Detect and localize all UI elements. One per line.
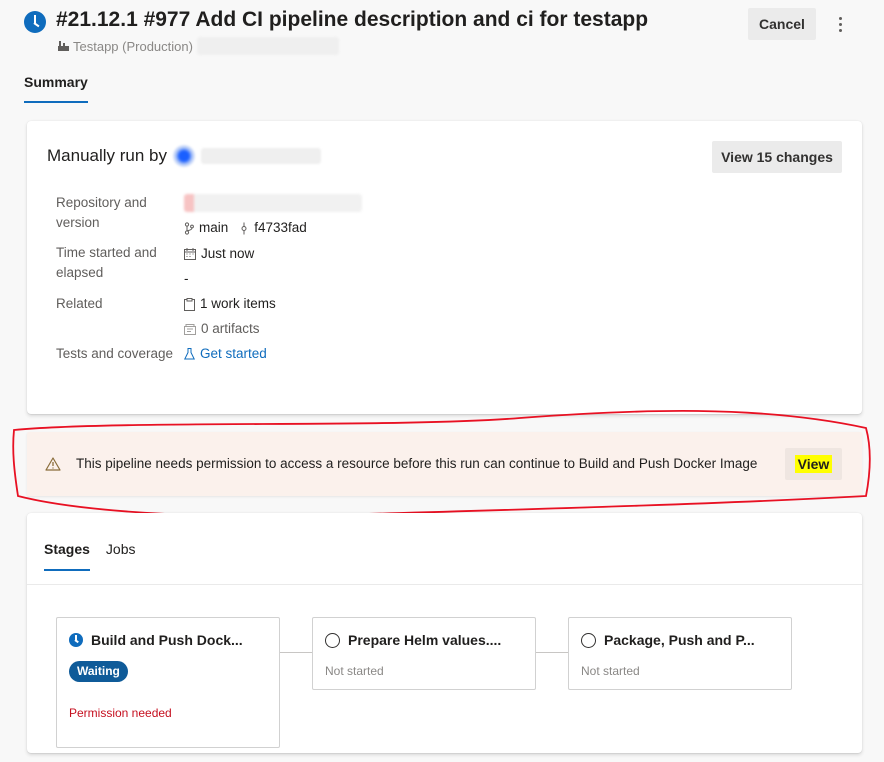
redacted-user-name — [201, 148, 322, 164]
pipeline-icon — [58, 41, 69, 51]
stage-name: Prepare Helm values.... — [348, 632, 502, 648]
stage-status: Not started — [325, 664, 384, 678]
stage-status: Not started — [581, 664, 640, 678]
stage-name: Package, Push and P... — [604, 632, 755, 648]
not-started-circle-icon — [325, 632, 340, 648]
get-started-label[interactable]: Get started — [200, 344, 267, 364]
version-value: main f4733fad — [184, 218, 307, 238]
branch-icon — [184, 221, 194, 235]
status-badge: Waiting — [69, 661, 128, 682]
tests-label: Tests and coverage — [56, 346, 174, 361]
view-button-label: View — [794, 455, 833, 473]
elapsed-value: - — [184, 271, 189, 286]
more-actions-icon[interactable] — [832, 12, 848, 36]
stage-card-helm[interactable]: Prepare Helm values.... Not started — [312, 617, 536, 690]
flask-icon — [184, 348, 195, 360]
run-status-clock-icon — [24, 11, 46, 33]
manual-run-heading: Manually run by — [47, 145, 322, 167]
clipboard-icon — [184, 297, 195, 311]
view-changes-button[interactable]: View 15 changes — [712, 141, 842, 173]
page-title: #21.12.1 #977 Add CI pipeline descriptio… — [56, 8, 649, 31]
page-header: #21.12.1 #977 Add CI pipeline descriptio… — [0, 0, 884, 110]
stage-name: Build and Push Dock... — [91, 632, 243, 648]
commit-icon — [241, 222, 247, 234]
tab-jobs[interactable]: Jobs — [106, 541, 136, 571]
waiting-clock-icon — [69, 633, 83, 647]
time-started: Just now — [201, 246, 255, 261]
redacted-repository — [184, 194, 362, 212]
tab-divider — [27, 584, 862, 585]
stage-title: Prepare Helm values.... — [325, 632, 501, 648]
time-started-value: Just now — [184, 244, 254, 264]
run-summary-card: Manually run by View 15 changes Reposito… — [27, 121, 862, 414]
work-items-count[interactable]: 1 work items — [200, 294, 276, 314]
stage-connector — [536, 652, 568, 653]
stage-connector — [280, 652, 312, 653]
artifacts-count: 0 artifacts — [201, 321, 260, 336]
repository-label: Repository and version — [56, 195, 147, 230]
get-started-link[interactable]: Get started — [184, 344, 267, 364]
calendar-icon — [184, 248, 196, 260]
work-items-link[interactable]: 1 work items — [184, 294, 276, 314]
manually-run-by-label: Manually run by — [47, 146, 168, 165]
permission-warning-banner: This pipeline needs permission to access… — [27, 432, 862, 496]
related-label: Related — [56, 296, 103, 311]
stage-title: Package, Push and P... — [581, 632, 755, 648]
repository-value[interactable] — [184, 194, 362, 212]
not-started-circle-icon — [581, 632, 596, 648]
avatar[interactable] — [173, 145, 196, 167]
cancel-button[interactable]: Cancel — [748, 8, 816, 40]
tab-summary[interactable]: Summary — [24, 74, 88, 103]
warning-icon — [45, 457, 61, 471]
time-label: Time started and elapsed — [56, 245, 157, 280]
stage-card-build[interactable]: Build and Push Dock... Waiting Permissio… — [56, 617, 280, 748]
tab-stages[interactable]: Stages — [44, 541, 90, 571]
view-permission-button[interactable]: View — [785, 448, 842, 480]
artifacts-value: 0 artifacts — [184, 319, 260, 339]
redacted-info — [196, 37, 339, 55]
stages-tab-bar: Stages Jobs — [44, 541, 136, 571]
artifact-icon — [184, 323, 196, 335]
warning-message: This pipeline needs permission to access… — [76, 456, 758, 471]
branch-name[interactable]: main — [199, 218, 228, 238]
pipeline-subtitle[interactable]: Testapp (Production) — [58, 37, 339, 55]
stage-card-package[interactable]: Package, Push and P... Not started — [568, 617, 792, 690]
permission-needed-text: Permission needed — [69, 706, 172, 720]
pipeline-name[interactable]: Testapp (Production) — [73, 39, 193, 54]
stage-title: Build and Push Dock... — [69, 632, 243, 648]
commit-id[interactable]: f4733fad — [254, 218, 307, 238]
stages-card: Stages Jobs Build and Push Dock... Waiti… — [27, 513, 862, 753]
